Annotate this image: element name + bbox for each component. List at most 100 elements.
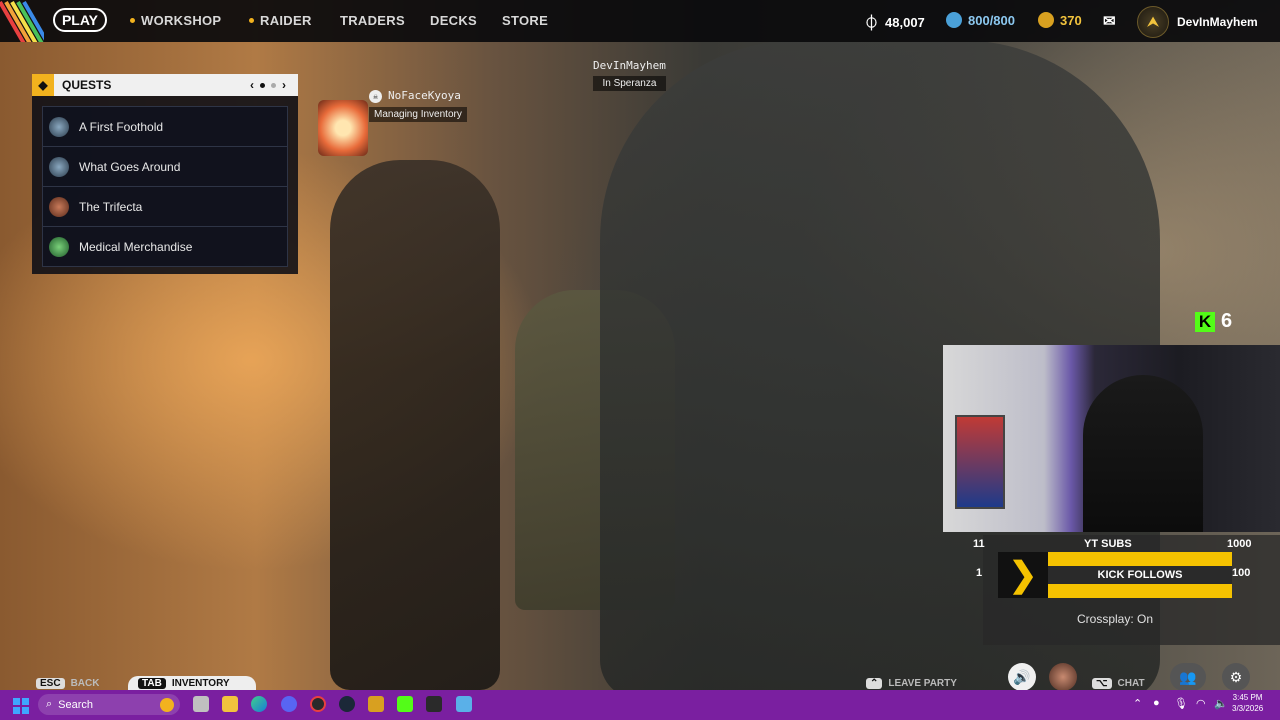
user-profile[interactable]: ⮝ DevInMayhem bbox=[1137, 6, 1258, 38]
microphone-icon[interactable]: 🎙 bbox=[1174, 697, 1188, 710]
currency-coins: ⏀ 48,007 bbox=[864, 12, 925, 33]
quests-pager: ‹ › bbox=[250, 78, 286, 92]
mail-icon[interactable]: ✉ bbox=[1103, 12, 1116, 30]
avatar: ⮝ bbox=[1137, 6, 1169, 38]
quest-item[interactable]: A First Foothold bbox=[42, 106, 288, 147]
tab-key: TAB bbox=[138, 677, 166, 689]
system-clock[interactable]: 3:45 PM 3/3/2026 bbox=[1232, 692, 1263, 714]
username: DevInMayhem bbox=[1177, 15, 1258, 29]
leave-party-label: LEAVE PARTY bbox=[888, 677, 957, 689]
nav-decks-label: DECKS bbox=[430, 13, 478, 28]
taskbar-search[interactable]: ⌕ Search bbox=[38, 694, 180, 715]
search-icon: ⌕ bbox=[46, 698, 53, 710]
chat-hint[interactable]: ⌥ CHAT bbox=[1092, 676, 1145, 690]
steam-icon[interactable] bbox=[339, 696, 355, 712]
kick-follows-label: KICK FOLLOWS bbox=[1048, 566, 1232, 584]
nav-workshop-label: WORKSHOP bbox=[141, 13, 222, 28]
obs-icon[interactable] bbox=[310, 696, 326, 712]
quest-item[interactable]: What Goes Around bbox=[42, 147, 288, 187]
quests-panel: ◆ QUESTS ‹ › A First Foothold What Goes … bbox=[32, 74, 298, 274]
chevron-right-icon[interactable]: › bbox=[282, 78, 286, 92]
wall-poster bbox=[955, 415, 1005, 509]
search-highlight-icon bbox=[160, 697, 174, 712]
nav-workshop[interactable]: WORKSHOP bbox=[130, 13, 221, 28]
arc-raiders-icon[interactable] bbox=[426, 696, 442, 712]
red-lamp bbox=[318, 100, 368, 156]
yt-subs-goal: 1000 bbox=[1227, 538, 1252, 550]
yt-subs-label: YT SUBS bbox=[1084, 538, 1132, 550]
kick-logo-icon: K bbox=[1195, 311, 1215, 332]
tray-chevron-up-icon[interactable]: ⌃ bbox=[1133, 697, 1142, 710]
discord-icon[interactable] bbox=[281, 696, 297, 712]
quest-giver-icon bbox=[49, 156, 69, 177]
currency-raider-value: 370 bbox=[1060, 12, 1082, 28]
nav-traders-label: TRADERS bbox=[340, 13, 405, 28]
quest-giver-icon bbox=[49, 196, 69, 217]
quest-item[interactable]: Medical Merchandise bbox=[42, 227, 288, 267]
settings-gear-icon[interactable]: ⚙ bbox=[1222, 663, 1250, 691]
kick-follows-current: 1 bbox=[976, 567, 983, 579]
play-button[interactable]: PLAY bbox=[53, 8, 107, 32]
game-launcher-icon[interactable] bbox=[368, 696, 384, 712]
quests-title: QUESTS bbox=[62, 78, 112, 92]
rainbow-stripe-decoration bbox=[0, 0, 44, 42]
streamer-silhouette bbox=[1083, 375, 1203, 532]
back-label: BACK bbox=[70, 677, 100, 689]
notification-dot-icon bbox=[249, 18, 254, 23]
currency-raider-tokens: 370 bbox=[1038, 12, 1082, 28]
search-label: Search bbox=[58, 698, 94, 711]
quest-label: The Trifecta bbox=[79, 199, 143, 214]
player-tag-devinmayhem: DevInMayhem In Speranza bbox=[593, 59, 666, 91]
quest-label: What Goes Around bbox=[79, 159, 181, 174]
kick-follows-goal: 100 bbox=[1232, 567, 1251, 579]
leave-party-hint[interactable]: ⌃ LEAVE PARTY bbox=[866, 676, 957, 690]
chevron-left-icon[interactable]: ‹ bbox=[250, 78, 254, 92]
kick-follows-bar: ❯ KICK FOLLOWS bbox=[998, 552, 1232, 598]
player-name: NoFaceKyoya bbox=[388, 89, 461, 102]
file-explorer-icon[interactable] bbox=[222, 696, 238, 712]
inventory-label: INVENTORY bbox=[171, 677, 230, 689]
friends-icon[interactable]: 👥 bbox=[1170, 663, 1206, 691]
nav-raider[interactable]: RAIDER bbox=[249, 13, 312, 28]
esc-key: ESC bbox=[36, 677, 65, 689]
windows-taskbar bbox=[0, 690, 1280, 720]
clock-date: 3/3/2026 bbox=[1232, 704, 1264, 713]
raider-token-icon bbox=[1038, 12, 1054, 28]
quests-header: ◆ QUESTS ‹ › bbox=[32, 74, 298, 96]
key-icon: ⌃ bbox=[866, 677, 883, 689]
back-hint[interactable]: ESC BACK bbox=[36, 676, 99, 690]
task-view-icon[interactable] bbox=[193, 696, 209, 712]
tray-app-icon[interactable]: ● bbox=[1153, 697, 1160, 709]
windows-start-icon[interactable] bbox=[13, 698, 29, 714]
nav-decks[interactable]: DECKS bbox=[430, 13, 477, 28]
chevron-right-icon: ❯ bbox=[998, 552, 1048, 598]
quest-item[interactable]: The Trifecta bbox=[42, 187, 288, 227]
kick-viewer-count: K 6 bbox=[1195, 310, 1232, 333]
player-status: Managing Inventory bbox=[369, 106, 467, 122]
kick-app-icon[interactable] bbox=[397, 696, 413, 712]
player-name: DevInMayhem bbox=[593, 59, 666, 72]
volume-icon[interactable]: 🔈 bbox=[1214, 697, 1228, 710]
inventory-hint[interactable]: TAB INVENTORY bbox=[128, 676, 256, 690]
player-icon: ☠ bbox=[369, 89, 382, 103]
page-dot-inactive bbox=[271, 82, 276, 88]
webcam-feed bbox=[943, 345, 1280, 532]
wifi-icon[interactable]: ◠ bbox=[1196, 697, 1206, 710]
quest-giver-icon bbox=[49, 116, 69, 137]
party-member-avatar[interactable] bbox=[1049, 663, 1077, 691]
nav-store[interactable]: STORE bbox=[502, 13, 548, 28]
coin-icon: ⏀ bbox=[864, 15, 880, 32]
yt-subs-current: 11 bbox=[973, 538, 985, 550]
nav-store-label: STORE bbox=[502, 13, 549, 28]
quest-label: A First Foothold bbox=[79, 119, 164, 134]
page-dot-active bbox=[260, 82, 265, 88]
key-icon: ⌥ bbox=[1092, 677, 1112, 689]
player-tag-nofacekyoya: ☠ NoFaceKyoya Managing Inventory bbox=[369, 89, 467, 122]
snipping-tool-icon[interactable] bbox=[456, 696, 472, 712]
edge-browser-icon[interactable] bbox=[251, 696, 267, 712]
character-raider-left bbox=[330, 160, 500, 690]
nav-traders[interactable]: TRADERS bbox=[340, 13, 405, 28]
speaker-icon[interactable]: 🔊 bbox=[1008, 663, 1036, 691]
quest-diamond-icon: ◆ bbox=[32, 74, 54, 96]
energy-icon bbox=[946, 12, 962, 28]
